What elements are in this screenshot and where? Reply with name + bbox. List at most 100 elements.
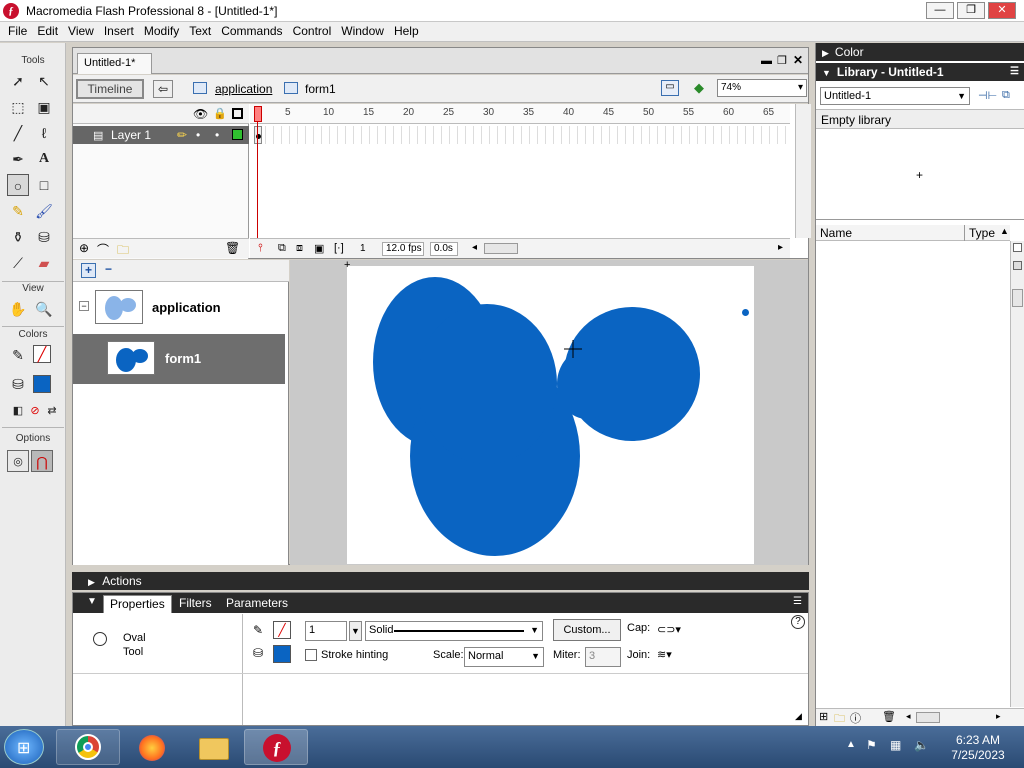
stroke-color-icon[interactable]: ✎ [7,344,29,366]
modify-markers-icon[interactable]: [·] [334,242,344,254]
zoom-tool-icon[interactable]: 🔍 [33,298,55,320]
start-button[interactable]: ⊞ [4,729,44,765]
timeline-scrollbar[interactable] [795,104,811,238]
pen-tool-icon[interactable]: ✒ [7,148,29,170]
insert-layer-icon[interactable]: ⊕ [79,241,89,255]
stage[interactable] [347,266,754,564]
fill-color-swatch[interactable] [33,375,51,393]
library-scrollbar[interactable] [1010,241,1024,707]
horizontal-scroll-thumb[interactable] [484,243,518,254]
eye-icon[interactable]: 👁 [193,107,208,121]
brush-tool-icon[interactable]: 🖌 [33,200,55,222]
stroke-color-swatch[interactable]: ╱ [33,345,51,363]
new-library-icon[interactable]: ⧉ [1002,89,1010,102]
add-scene-button[interactable]: + [81,263,96,278]
library-panel-header[interactable]: ▼ Library - Untitled-1 ☰ [816,63,1024,81]
explorer-taskbar-button[interactable] [182,729,246,765]
paint-bucket-tool-icon[interactable]: ⛁ [33,226,55,248]
center-frame-icon[interactable]: ⫯ [258,242,263,255]
menu-file[interactable]: File [3,22,32,41]
tab-properties[interactable]: Properties [103,595,172,613]
scroll-right-icon[interactable]: ▸ [778,242,783,253]
menu-modify[interactable]: Modify [139,22,184,41]
chrome-taskbar-button[interactable] [56,729,120,765]
close-button[interactable]: ✕ [988,2,1016,19]
fill-color-button[interactable] [273,645,291,663]
text-tool-icon[interactable]: A [33,148,55,170]
tab-filters[interactable]: Filters [173,595,218,613]
remove-scene-button[interactable]: − [101,263,116,278]
back-arrow-icon[interactable]: ⇦ [153,80,173,98]
stroke-color-button[interactable]: ╱ [273,621,291,639]
scroll-right-icon[interactable]: ▸ [996,711,1001,722]
blue-shape[interactable] [347,266,754,564]
menu-edit[interactable]: Edit [32,22,63,41]
menu-commands[interactable]: Commands [216,22,287,41]
pencil-tool-icon[interactable]: ✎ [7,200,29,222]
add-guide-layer-icon[interactable]: ⌒ [97,241,109,258]
layer-color-swatch[interactable] [232,129,243,140]
scene-row-form1[interactable]: form1 [73,334,285,384]
edit-symbols-icon[interactable]: ◆ [689,80,709,96]
actions-panel-header[interactable]: ▶ Actions [72,572,809,590]
edit-multiple-icon[interactable]: ▣ [314,242,324,255]
breadcrumb-application[interactable]: application [215,82,272,96]
show-hidden-icons-icon[interactable]: ▲ [846,739,856,750]
new-symbol-icon[interactable]: ⊞ [819,710,828,723]
menu-control[interactable]: Control [288,22,337,41]
stroke-style-select[interactable]: Solid ▼ [365,621,543,641]
snap-magnet-icon[interactable]: ⋂ [31,450,53,472]
color-panel-header[interactable]: ▶ Color [816,43,1024,61]
document-tab[interactable]: Untitled-1* [77,53,152,74]
scroll-left-icon[interactable]: ◂ [906,711,911,722]
stage-area[interactable]: + [290,260,808,565]
volume-icon[interactable]: 🔈 [914,738,929,752]
subselection-tool-icon[interactable]: ↖ [33,70,55,92]
scene-row-application[interactable]: − application [73,283,285,333]
frame-row[interactable] [250,126,790,144]
action-center-icon[interactable]: ⚑ [866,738,877,752]
close-doc-icon[interactable]: ✕ [793,53,803,67]
scale-select[interactable]: Normal ▼ [464,647,544,667]
free-transform-tool-icon[interactable]: ⬚ [7,96,29,118]
minimize-doc-icon[interactable]: ▬ [761,55,772,67]
pin-library-icon[interactable]: ⊣⊢ [978,89,997,102]
collapse-icon[interactable]: − [79,301,89,311]
library-col-name[interactable]: Name [820,226,852,240]
collapse-arrow-icon[interactable]: ▼ [87,596,97,607]
properties-icon[interactable]: ⓘ [850,710,861,726]
library-col-type[interactable]: Type [969,226,995,240]
swap-colors-icon[interactable]: ⇄ [41,400,63,422]
tab-parameters[interactable]: Parameters [220,595,294,613]
menu-text[interactable]: Text [184,22,216,41]
miter-input[interactable]: 3 [585,647,621,667]
delete-icon[interactable]: 🗑 [882,710,896,723]
library-hscroll-thumb[interactable] [916,712,940,723]
fill-color-icon[interactable]: ⛁ [7,373,29,395]
visible-dot-icon[interactable]: • [196,128,200,142]
restore-doc-icon[interactable]: ❐ [777,54,787,67]
stroke-hinting-checkbox[interactable] [305,649,317,661]
breadcrumb-form1[interactable]: form1 [305,82,336,96]
edit-scene-icon[interactable]: ▭ [661,80,679,96]
clock[interactable]: 6:23 AM 7/25/2023 [938,733,1018,763]
menu-window[interactable]: Window [336,22,389,41]
stroke-height-dropdown[interactable]: ▼ [349,621,362,641]
onion-skin-icon[interactable]: ⧉ [278,242,286,255]
lock-icon[interactable]: 🔒 [213,107,227,120]
line-tool-icon[interactable]: ╱ [7,122,29,144]
object-drawing-icon[interactable]: ◎ [7,450,29,472]
layer-row[interactable]: ▤ Layer 1 ✏ • • [73,126,249,144]
network-icon[interactable]: ▦ [890,738,901,752]
menu-insert[interactable]: Insert [99,22,139,41]
frame-ruler[interactable]: 1 5 10 15 20 25 30 35 40 45 50 55 60 65 [250,104,790,124]
resize-grip-icon[interactable]: ◢ [795,711,802,722]
frame-rate[interactable]: 12.0 fps [382,242,424,256]
eyedropper-tool-icon[interactable]: ⟋ [7,252,29,274]
restore-button[interactable]: ❐ [957,2,985,19]
oval-tool-icon[interactable]: ○ [7,174,29,196]
cap-style-icon[interactable]: ⊂⊃▾ [657,623,681,636]
hand-tool-icon[interactable]: ✋ [7,298,29,320]
minimize-button[interactable]: — [926,2,954,19]
onion-outline-icon[interactable]: ⧈ [296,242,303,255]
